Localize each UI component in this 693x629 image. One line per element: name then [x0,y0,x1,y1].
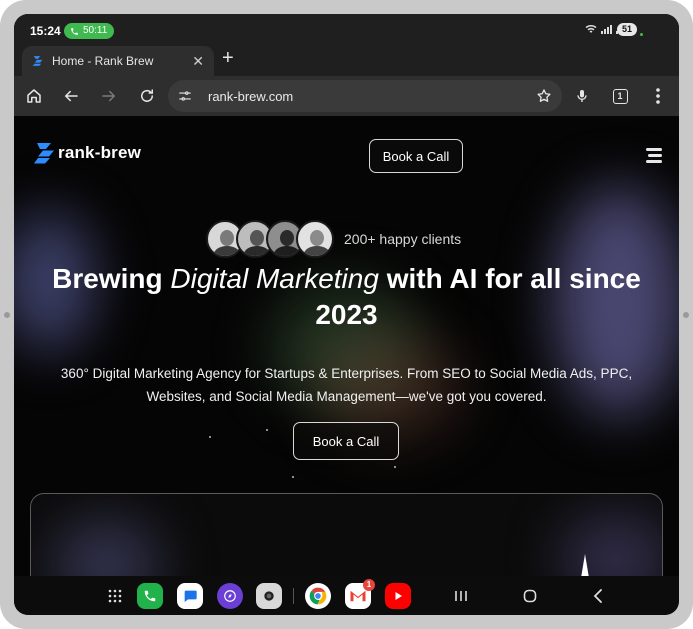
messages-app[interactable] [177,583,203,609]
ongoing-call-pill[interactable]: 50:11 [64,23,115,39]
hero-title: Brewing Digital Marketing with AI for al… [34,261,659,333]
bookmark-star-icon[interactable] [536,88,552,104]
star-dot [209,436,211,438]
logo-wordmark: rank-brew [58,143,142,162]
hero-title-highlight: Digital Marketing [170,263,379,294]
tab-strip: Home - Rank Brew ✕ + [14,44,679,76]
happy-clients: 200+ happy clients [206,220,461,258]
browser-toolbar: rank-brew.com 1 [14,76,679,116]
phone-app[interactable] [137,583,163,609]
star-dot [292,476,294,478]
star-dot [394,466,396,468]
gmail-app[interactable]: 1 [345,579,375,609]
status-bar: 15:24 50:11 51 [14,14,679,44]
client-avatar [296,220,334,258]
internet-app[interactable] [217,583,243,609]
hero-subtitle: 360° Digital Marketing Agency for Startu… [34,362,659,408]
gmail-icon [350,590,366,602]
play-icon [395,592,402,600]
star-dot [266,429,268,431]
bg-glow [51,519,161,576]
youtube-app[interactable] [385,583,411,609]
back-button[interactable] [59,84,83,108]
hero-subtitle-line1: 360° Digital Marketing Agency for Startu… [60,366,633,381]
home-nav-button[interactable] [519,585,541,607]
clients-count-label: 200+ happy clients [344,231,462,247]
url-text[interactable]: rank-brew.com [208,89,536,104]
rank-brew-logo-icon [34,143,54,164]
browser-tab[interactable]: Home - Rank Brew ✕ [22,46,214,76]
hero-title-pre: Brewing [52,263,171,294]
site-logo[interactable]: rank-brew [34,142,141,164]
recents-icon [455,591,467,601]
new-tab-button[interactable]: + [222,47,234,70]
signal-icon [601,24,612,34]
home-circle-icon [523,589,537,603]
bg-glow [561,514,662,576]
phone-icon [144,590,156,602]
hero-book-call-button[interactable]: Book a Call [293,422,399,460]
reload-icon [141,89,153,102]
compass-icon [224,590,236,602]
address-bar[interactable]: rank-brew.com [168,80,562,112]
taskbar: 1 [14,576,679,615]
tab-title: Home - Rank Brew [52,54,154,68]
hero-subtitle-line2: Websites, and Social Media Management—we… [146,389,547,404]
camera-app[interactable] [256,583,282,609]
message-bubble-icon [184,590,197,602]
chevron-left-icon [593,589,602,603]
forward-button[interactable] [97,84,121,108]
apps-grid-button[interactable] [102,583,128,609]
device-frame: 15:24 50:11 51 Home - Rank Brew ✕ + rank… [0,0,693,629]
web-page: rank-brew Book a Call 200+ happy clients… [14,116,679,576]
privacy-dot [640,33,643,36]
back-nav-button[interactable] [587,585,609,607]
home-button[interactable] [22,84,46,108]
camera-icon [264,591,274,601]
light-spike [580,554,590,576]
screen: 15:24 50:11 51 Home - Rank Brew ✕ + rank… [14,14,679,615]
home-icon [27,89,41,103]
site-header: rank-brew Book a Call [14,116,679,196]
tab-close-icon[interactable]: ✕ [192,53,204,70]
reload-button[interactable] [135,84,159,108]
arrow-left-icon [64,90,78,102]
more-vertical-icon [656,88,660,104]
call-timer: 50:11 [83,25,108,36]
tab-count: 1 [612,88,628,104]
tab-switcher-button[interactable]: 1 [608,84,632,108]
microphone-icon [577,90,587,102]
hinge-left [4,312,10,318]
chrome-app[interactable] [305,583,331,609]
wifi-icon [585,24,597,33]
recent-apps-button[interactable] [450,585,472,607]
status-time: 15:24 [30,24,61,38]
taskbar-divider [293,588,294,604]
phone-icon [71,27,78,35]
battery-indicator: 51 [617,23,637,36]
chrome-icon [309,587,327,605]
more-menu-button[interactable] [646,84,670,108]
gmail-notification-badge: 1 [363,579,375,591]
hinge-right [683,312,689,318]
arrow-right-icon [102,90,116,102]
site-settings-icon[interactable] [178,89,192,103]
apps-grid-icon [108,589,122,603]
voice-search-button[interactable] [570,84,594,108]
favicon-icon [32,56,43,66]
header-book-call-button[interactable]: Book a Call [369,139,463,173]
showcase-media-card [30,493,663,576]
hamburger-menu-button[interactable] [646,148,664,164]
